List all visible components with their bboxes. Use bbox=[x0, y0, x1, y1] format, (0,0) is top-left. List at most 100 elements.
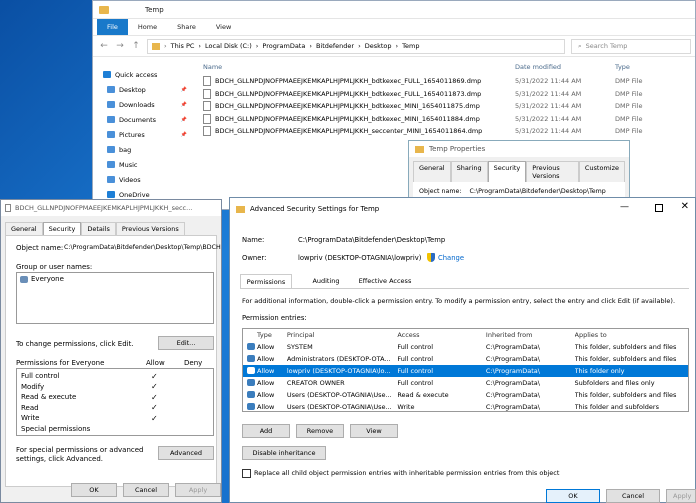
ok-button[interactable]: OK bbox=[71, 483, 117, 497]
dialog-title: BDCH_GLLNPDJNOFPMAEEJKEMKAPLHJPMLJKKH_se… bbox=[15, 204, 193, 212]
file-name-cell: BDCH_GLLNPDJNOFPMAEEJKEMKAPLHJPMLJKKH_bd… bbox=[197, 88, 515, 99]
tab-auditing[interactable]: Auditing bbox=[300, 274, 352, 288]
view-button[interactable]: View bbox=[350, 424, 398, 438]
file-row[interactable]: BDCH_GLLNPDJNOFPMAEEJKEMKAPLHJPMLJKKH_se… bbox=[197, 125, 695, 138]
file-name: BDCH_GLLNPDJNOFPMAEEJKEMKAPLHJPMLJKKH_bd… bbox=[215, 77, 482, 86]
nav-item[interactable]: Pictures 📌 bbox=[93, 127, 193, 142]
column-name[interactable]: Name bbox=[197, 63, 515, 71]
tab-general[interactable]: General bbox=[413, 161, 451, 182]
header-principal[interactable]: Principal bbox=[287, 331, 398, 339]
header-applies[interactable]: Applies to bbox=[575, 331, 688, 339]
breadcrumb-temp[interactable]: Temp bbox=[402, 42, 419, 50]
ribbon-tab-view[interactable]: View bbox=[206, 19, 241, 35]
nav-item[interactable]: Music bbox=[93, 157, 193, 172]
maximize-icon[interactable] bbox=[655, 204, 663, 212]
nav-item[interactable]: Downloads 📌 bbox=[93, 97, 193, 112]
search-icon: ⌕ bbox=[578, 41, 582, 50]
file-row[interactable]: BDCH_GLLNPDJNOFPMAEEJKEMKAPLHJPMLJKKH_bd… bbox=[197, 100, 695, 113]
tab-sharing[interactable]: Sharing bbox=[450, 161, 488, 182]
entry-principal: Users (DESKTOP-OTAGNIA\Use... bbox=[286, 403, 392, 411]
entry-access: Full control bbox=[397, 343, 434, 351]
file-icon bbox=[203, 101, 211, 112]
nav-item[interactable]: Videos bbox=[93, 172, 193, 187]
advanced-button[interactable]: Advanced bbox=[158, 446, 214, 460]
file-icon bbox=[203, 76, 211, 87]
ribbon-tabs: File Home Share View bbox=[93, 19, 695, 35]
permission-row: Read ✓ bbox=[17, 403, 213, 414]
header-type[interactable]: Type bbox=[257, 331, 287, 339]
tab-details[interactable]: Details bbox=[81, 222, 116, 235]
tab-security[interactable]: Security bbox=[487, 161, 527, 182]
header-inherited[interactable]: Inherited from bbox=[486, 331, 575, 339]
entry-access: Full control bbox=[397, 379, 434, 387]
breadcrumb-desktop[interactable]: Desktop bbox=[365, 42, 392, 50]
column-type[interactable]: Type bbox=[615, 63, 675, 71]
ribbon-tab-share[interactable]: Share bbox=[167, 19, 206, 35]
tab-previous-versions[interactable]: Previous Versions bbox=[526, 161, 579, 182]
navigation-pane: Quick access Desktop 📌 Downloads 📌 Documents 📌… bbox=[93, 59, 193, 211]
replace-checkbox[interactable] bbox=[242, 469, 251, 478]
tab-previous-versions[interactable]: Previous Versions bbox=[115, 222, 185, 235]
tab-permissions[interactable]: Permissions bbox=[240, 274, 292, 288]
user-glyph bbox=[247, 378, 255, 386]
list-item[interactable]: Everyone bbox=[17, 273, 213, 285]
tab-general[interactable]: General bbox=[5, 222, 43, 235]
file-row[interactable]: BDCH_GLLNPDJNOFPMAEEJKEMKAPLHJPMLJKKH_bd… bbox=[197, 75, 695, 88]
table-row[interactable]: Allow SYSTEM Full control C:\ProgramData\ Th… bbox=[243, 341, 688, 353]
folder-icon bbox=[107, 161, 115, 168]
breadcrumb-this-pc[interactable]: This PC bbox=[171, 42, 195, 50]
file-row[interactable]: BDCH_GLLNPDJNOFPMAEEJKEMKAPLHJPMLJKKH_bd… bbox=[197, 113, 695, 126]
nav-item[interactable]: Documents 📌 bbox=[93, 112, 193, 127]
nav-item[interactable]: Desktop 📌 bbox=[93, 82, 193, 97]
table-row[interactable]: Allow lowpriv (DESKTOP-OTAGNIA\lo... Full … bbox=[243, 365, 688, 377]
remove-button[interactable]: Remove bbox=[296, 424, 344, 438]
folder-icon bbox=[107, 131, 115, 138]
info-text: For additional information, double-click… bbox=[242, 297, 676, 305]
search-placeholder: Search Temp bbox=[585, 42, 628, 50]
edit-button[interactable]: Edit... bbox=[158, 336, 214, 350]
search-input[interactable]: ⌕ Search Temp bbox=[571, 38, 691, 54]
nav-item[interactable]: Quick access bbox=[93, 67, 193, 82]
minimize-icon[interactable]: — bbox=[620, 202, 629, 212]
breadcrumb-local-disk[interactable]: Local Disk (C:) bbox=[205, 42, 252, 50]
address-bar[interactable]: › This PC › Local Disk (C:) › ProgramData ›… bbox=[147, 38, 565, 54]
folder-icon bbox=[107, 146, 115, 153]
dialog-title: Temp Properties bbox=[429, 145, 486, 153]
pin-icon: 📌 bbox=[180, 116, 187, 123]
breadcrumb-programdata[interactable]: ProgramData bbox=[262, 42, 305, 50]
table-row[interactable]: Allow Users (DESKTOP-OTAGNIA\Use... Write C… bbox=[243, 401, 688, 411]
column-date[interactable]: Date modified bbox=[515, 63, 615, 71]
table-row[interactable]: Allow Administrators (DESKTOP-OTA... Full … bbox=[243, 353, 688, 365]
tab-effective-access[interactable]: Effective Access bbox=[352, 274, 418, 288]
add-button[interactable]: Add bbox=[242, 424, 290, 438]
apply-button: Apply bbox=[666, 489, 696, 503]
ribbon-tab-file[interactable]: File bbox=[97, 19, 128, 35]
ribbon-tab-home[interactable]: Home bbox=[128, 19, 167, 35]
file-name-cell: BDCH_GLLNPDJNOFPMAEEJKEMKAPLHJPMLJKKH_bd… bbox=[197, 76, 515, 87]
close-icon[interactable]: ✕ bbox=[681, 201, 689, 212]
object-name-label: Object name: bbox=[16, 244, 64, 252]
nav-item[interactable]: bag bbox=[93, 142, 193, 157]
forward-icon[interactable]: → bbox=[115, 41, 125, 51]
cancel-button[interactable]: Cancel bbox=[123, 483, 169, 497]
breadcrumb-bitdefender[interactable]: Bitdefender bbox=[316, 42, 354, 50]
disable-inheritance-button[interactable]: Disable inheritance bbox=[242, 446, 326, 460]
tab-security[interactable]: Security bbox=[42, 222, 82, 235]
header-access[interactable]: Access bbox=[397, 331, 486, 339]
dialog-titlebar: BDCH_GLLNPDJNOFPMAEEJKEMKAPLHJPMLJKKH_se… bbox=[1, 200, 221, 216]
nav-item-label: OneDrive bbox=[119, 190, 150, 199]
nav-item-label: Pictures bbox=[119, 130, 145, 139]
up-icon[interactable]: ↑ bbox=[131, 41, 141, 51]
table-row[interactable]: Allow CREATOR OWNER Full control C:\Program… bbox=[243, 377, 688, 389]
nav-item-label: Music bbox=[119, 160, 138, 169]
checkmark-icon: ✓ bbox=[151, 413, 158, 423]
explorer-titlebar: Temp bbox=[93, 1, 695, 19]
ok-button[interactable]: OK bbox=[546, 489, 600, 503]
back-icon[interactable]: ← bbox=[99, 41, 109, 51]
tab-customize[interactable]: Customize bbox=[578, 161, 625, 182]
file-row[interactable]: BDCH_GLLNPDJNOFPMAEEJKEMKAPLHJPMLJKKH_bd… bbox=[197, 88, 695, 101]
change-owner-link[interactable]: Change bbox=[438, 254, 464, 262]
cancel-button[interactable]: Cancel bbox=[606, 489, 660, 503]
table-row[interactable]: Allow Users (DESKTOP-OTAGNIA\Use... Read &… bbox=[243, 389, 688, 401]
group-list[interactable]: Everyone bbox=[16, 272, 214, 324]
